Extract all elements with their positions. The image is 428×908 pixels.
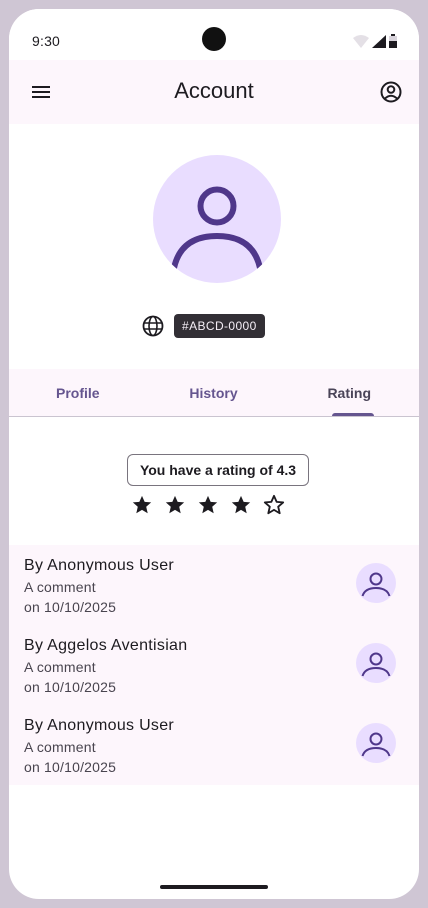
review-item[interactable]: By Aggelos Aventisian A comment on 10/10… — [9, 625, 419, 705]
battery-icon — [389, 34, 397, 48]
screen: 9:30 Account #ABCD-0000 Profile History … — [9, 9, 419, 899]
star-outline-icon — [262, 493, 286, 517]
review-date: on 10/10/2025 — [24, 759, 117, 775]
globe-icon — [142, 315, 164, 337]
user-id-badge: #ABCD-0000 — [174, 314, 265, 338]
review-item[interactable]: By Anonymous User A comment on 10/10/202… — [9, 545, 419, 625]
account-circle-icon — [380, 81, 402, 103]
active-tab-indicator — [332, 413, 374, 416]
status-time: 9:30 — [32, 33, 61, 49]
tab-label: Profile — [56, 384, 100, 401]
star-filled-icon — [163, 493, 187, 517]
review-item[interactable]: By Anonymous User A comment on 10/10/202… — [9, 705, 419, 785]
rating-summary-chip: You have a rating of 4.3 — [127, 454, 309, 486]
tab-label: Rating — [327, 384, 371, 401]
cell-signal-icon — [372, 34, 386, 48]
tab-history[interactable]: History — [161, 369, 266, 416]
camera-cutout — [202, 27, 226, 51]
status-bar: 9:30 — [9, 9, 419, 59]
reviewer-avatar — [356, 643, 396, 683]
tab-bar: Profile History Rating — [9, 369, 419, 417]
star-filled-icon — [229, 493, 253, 517]
rating-summary-text: You have a rating of 4.3 — [139, 462, 297, 478]
reviewer-avatar — [356, 723, 396, 763]
top-app-bar: Account — [9, 60, 419, 124]
reviewer-avatar — [356, 563, 396, 603]
device-frame: 9:30 Account #ABCD-0000 Profile History … — [0, 0, 428, 908]
profile-avatar — [153, 155, 281, 283]
star-filled-icon — [130, 493, 154, 517]
status-icons — [353, 34, 397, 48]
person-icon — [361, 732, 391, 757]
person-icon — [361, 652, 391, 677]
user-id-row: #ABCD-0000 — [141, 314, 265, 338]
review-list: By Anonymous User A comment on 10/10/202… — [9, 545, 419, 785]
star-rating — [130, 493, 286, 519]
tab-profile[interactable]: Profile — [9, 369, 161, 416]
page-title: Account — [174, 78, 254, 103]
home-indicator[interactable] — [160, 885, 268, 889]
review-date: on 10/10/2025 — [24, 599, 117, 615]
tab-rating[interactable]: Rating — [266, 369, 419, 416]
star-filled-icon — [196, 493, 220, 517]
person-icon — [171, 186, 263, 269]
account-button[interactable] — [375, 76, 407, 108]
review-date: on 10/10/2025 — [24, 679, 117, 695]
tab-label: History — [189, 384, 238, 401]
globe-button[interactable] — [141, 314, 165, 338]
person-icon — [361, 572, 391, 597]
wifi-icon — [353, 34, 369, 48]
